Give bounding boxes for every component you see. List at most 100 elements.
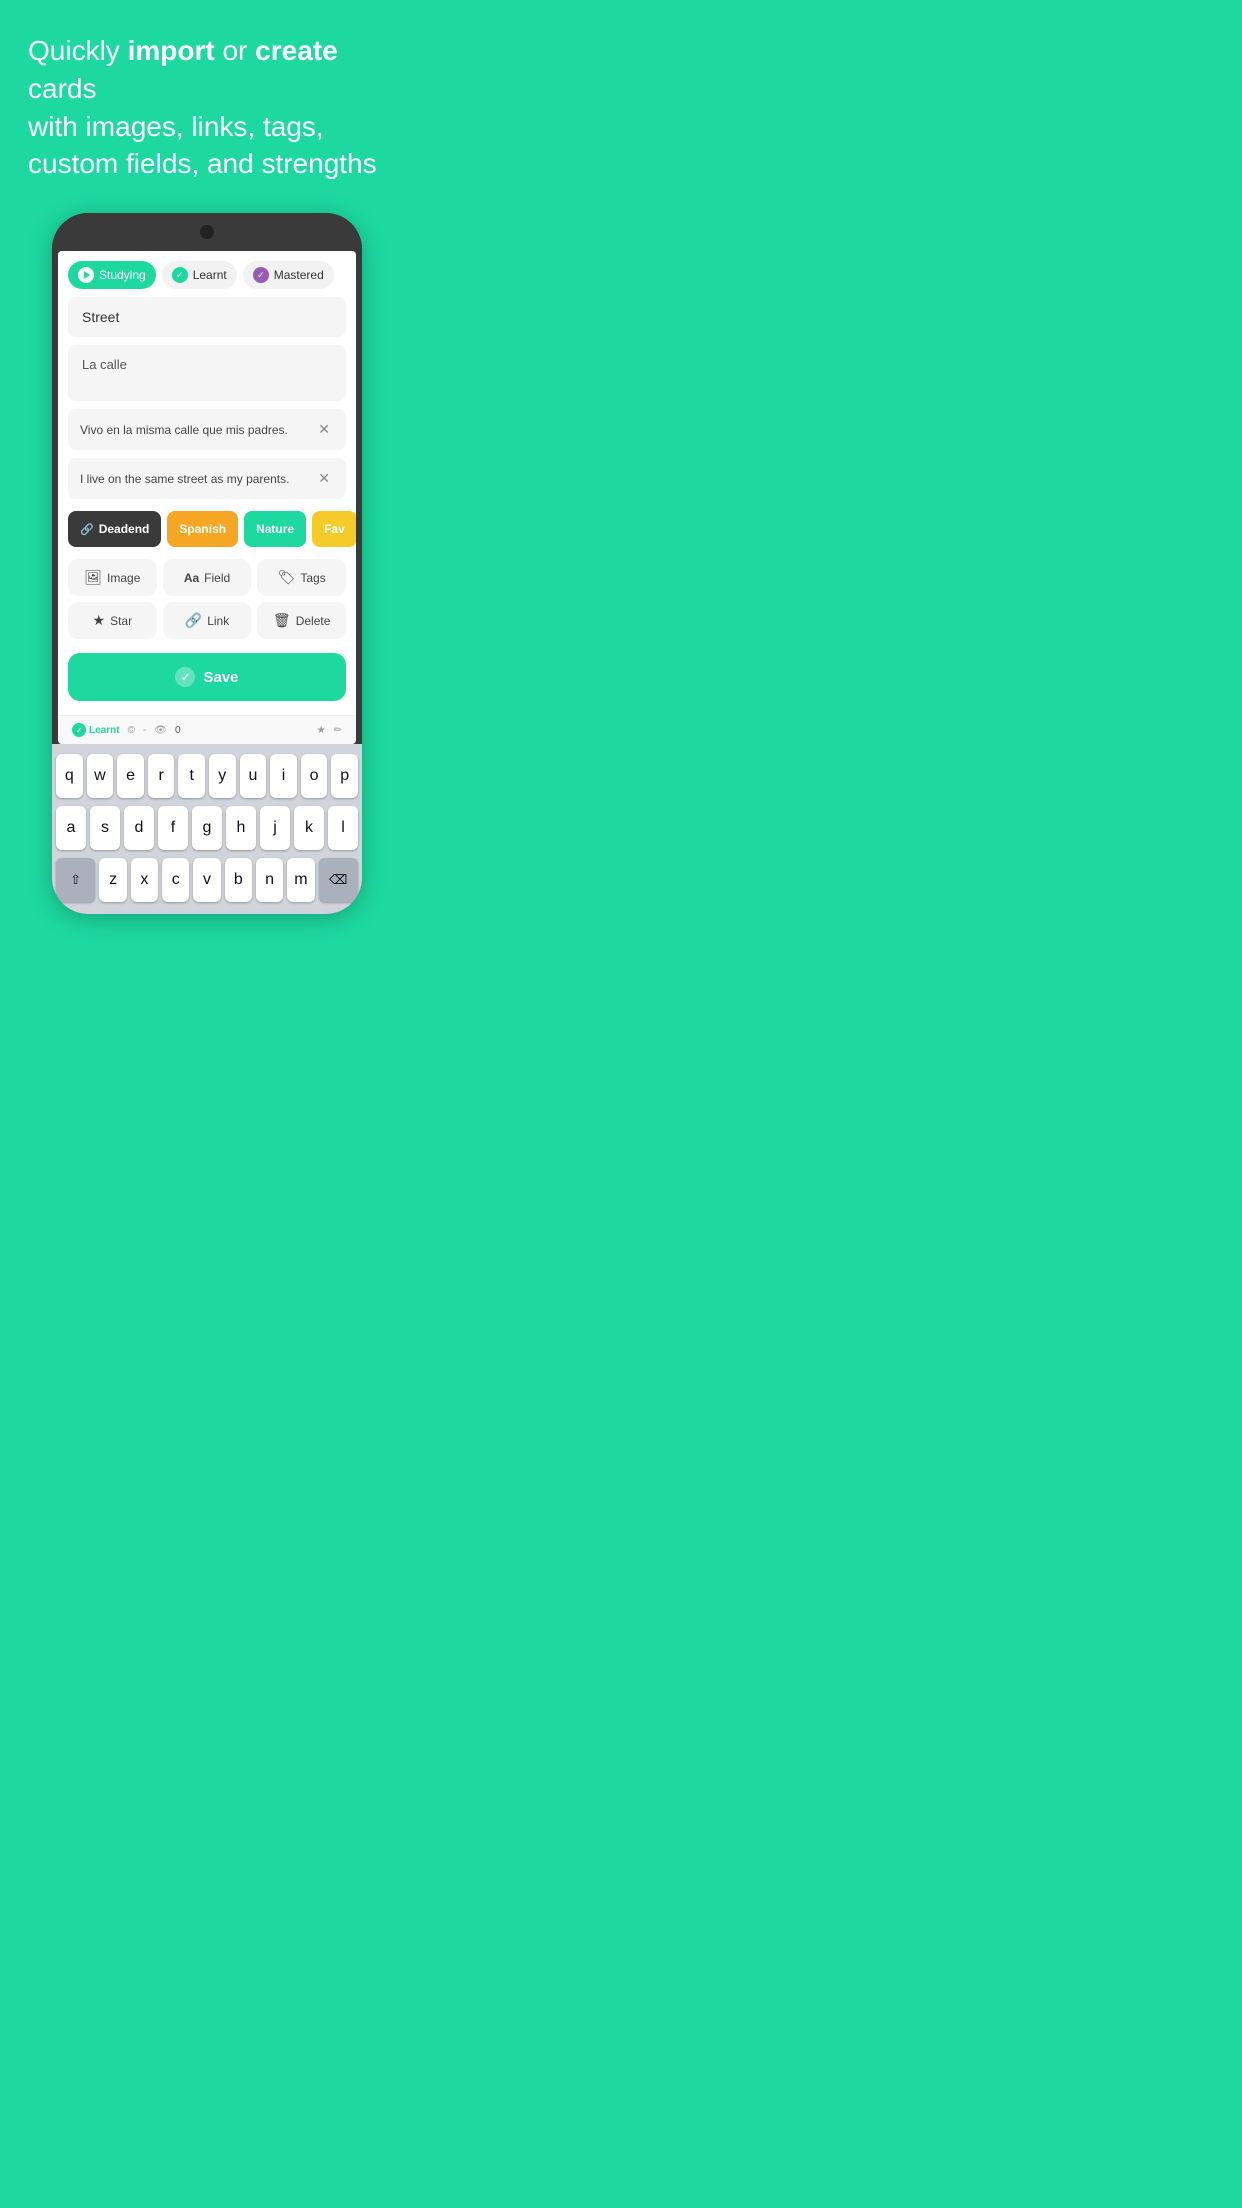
- header-import: import: [128, 35, 215, 66]
- key-n[interactable]: n: [256, 858, 283, 902]
- delete-label: Delete: [296, 614, 331, 628]
- status-learnt-badge: ✓ Learnt: [72, 723, 120, 737]
- keyboard-row-2: a s d f g h j k l: [56, 806, 358, 850]
- key-s[interactable]: s: [90, 806, 120, 850]
- star-status-icon: ★: [317, 725, 326, 736]
- save-check-icon: ✓: [175, 667, 195, 687]
- star-icon: ★: [93, 612, 106, 629]
- key-k[interactable]: k: [294, 806, 324, 850]
- link-action-icon: 🔗: [185, 612, 202, 629]
- key-d[interactable]: d: [124, 806, 154, 850]
- key-j[interactable]: j: [260, 806, 290, 850]
- status-learnt-text: Learnt: [89, 725, 120, 736]
- header-prefix: Quickly: [28, 35, 128, 66]
- tag-spanish-label: Spanish: [179, 522, 226, 536]
- key-u[interactable]: u: [240, 754, 267, 798]
- image-icon: 🖼: [84, 569, 102, 586]
- keyboard: q w e r t y u i o p a s d f g h j k l: [52, 744, 362, 914]
- keyboard-row-3: ⇧ z x c v b n m ⌫: [56, 858, 358, 902]
- tags-label: Tags: [300, 571, 325, 585]
- key-p[interactable]: p: [331, 754, 358, 798]
- shift-key[interactable]: ⇧: [56, 858, 95, 902]
- tag-nature[interactable]: Nature: [244, 511, 306, 547]
- save-button[interactable]: ✓ Save: [68, 653, 346, 701]
- key-r[interactable]: r: [148, 754, 175, 798]
- key-m[interactable]: m: [287, 858, 314, 902]
- tab-learnt-label: Learnt: [193, 268, 227, 282]
- tag-spanish[interactable]: Spanish: [167, 511, 238, 547]
- card-section: Street La calle Vivo en la misma calle q…: [58, 297, 356, 499]
- key-x[interactable]: x: [131, 858, 158, 902]
- key-z[interactable]: z: [99, 858, 126, 902]
- key-b[interactable]: b: [225, 858, 252, 902]
- star-label: Star: [110, 614, 132, 628]
- status-count: 0: [175, 725, 181, 736]
- key-q[interactable]: q: [56, 754, 83, 798]
- status-bar: ✓ Learnt © - 👁 0 ★ ✏: [58, 715, 356, 744]
- key-f[interactable]: f: [158, 806, 188, 850]
- field-icon: Aa: [184, 571, 199, 585]
- tags-button[interactable]: 🏷 Tags: [257, 559, 346, 596]
- tab-studying-label: Studying: [99, 268, 146, 282]
- phone-notch: [200, 225, 214, 239]
- tag-deadend-label: Deadend: [99, 522, 150, 536]
- key-l[interactable]: l: [328, 806, 358, 850]
- image-button[interactable]: 🖼 Image: [68, 559, 157, 596]
- key-h[interactable]: h: [226, 806, 256, 850]
- key-a[interactable]: a: [56, 806, 86, 850]
- key-v[interactable]: v: [193, 858, 220, 902]
- key-e[interactable]: e: [117, 754, 144, 798]
- field-label: Field: [204, 571, 230, 585]
- tag-nature-label: Nature: [256, 522, 294, 536]
- phone-mockup: Studying ✓ Learnt ✓ Mastered Street La c…: [0, 213, 414, 914]
- card-field-word[interactable]: Street: [68, 297, 346, 337]
- save-section: ✓ Save: [58, 647, 356, 715]
- tab-studying[interactable]: Studying: [68, 261, 156, 289]
- header-suffix: cards: [28, 73, 96, 104]
- check-icon-learnt: ✓: [172, 267, 188, 283]
- phone-body: Studying ✓ Learnt ✓ Mastered Street La c…: [52, 213, 362, 914]
- remove-sentence2-button[interactable]: ✕: [314, 468, 334, 489]
- actions-grid: 🖼 Image Aa Field 🏷 Tags ★ Star 🔗 Li: [58, 555, 356, 647]
- status-separator: -: [143, 725, 146, 736]
- card-sentence2-text: I live on the same street as my parents.: [80, 472, 289, 486]
- trash-icon: 🗑: [273, 612, 291, 629]
- tags-row: 🔗 Deadend Spanish Nature Fav: [58, 507, 356, 555]
- card-translation-text: La calle: [82, 357, 127, 372]
- backspace-key[interactable]: ⌫: [319, 858, 358, 902]
- tag-icon: 🏷: [278, 569, 296, 586]
- remove-sentence1-button[interactable]: ✕: [314, 419, 334, 440]
- link-icon: 🔗: [80, 523, 94, 536]
- card-sentence1[interactable]: Vivo en la misma calle que mis padres. ✕: [68, 409, 346, 450]
- header-line2: with images, links, tags,: [28, 111, 324, 142]
- key-y[interactable]: y: [209, 754, 236, 798]
- status-dot: ✓: [72, 723, 86, 737]
- delete-button[interactable]: 🗑 Delete: [257, 602, 346, 639]
- card-field-translation[interactable]: La calle: [68, 345, 346, 401]
- card-sentence1-text: Vivo en la misma calle que mis padres.: [80, 423, 288, 437]
- header-text: Quickly import or create cards with imag…: [0, 0, 414, 203]
- tag-fav-label: Fav: [324, 522, 345, 536]
- key-w[interactable]: w: [87, 754, 114, 798]
- field-button[interactable]: Aa Field: [163, 559, 252, 596]
- keyboard-row-1: q w e r t y u i o p: [56, 754, 358, 798]
- key-i[interactable]: i: [270, 754, 297, 798]
- key-t[interactable]: t: [178, 754, 205, 798]
- check-icon-mastered: ✓: [253, 267, 269, 283]
- key-o[interactable]: o: [301, 754, 328, 798]
- star-button[interactable]: ★ Star: [68, 602, 157, 639]
- tab-mastered-label: Mastered: [274, 268, 324, 282]
- card-sentence2[interactable]: I live on the same street as my parents.…: [68, 458, 346, 499]
- tab-learnt[interactable]: ✓ Learnt: [162, 261, 237, 289]
- tab-mastered[interactable]: ✓ Mastered: [243, 261, 334, 289]
- key-g[interactable]: g: [192, 806, 222, 850]
- header-line3: custom fields, and strengths: [28, 148, 377, 179]
- key-c[interactable]: c: [162, 858, 189, 902]
- link-button[interactable]: 🔗 Link: [163, 602, 252, 639]
- edit-icon: ✏: [334, 725, 342, 736]
- tag-fav[interactable]: Fav: [312, 511, 356, 547]
- eye-icon: 👁: [154, 725, 167, 736]
- tag-deadend[interactable]: 🔗 Deadend: [68, 511, 161, 547]
- save-label: Save: [203, 669, 238, 686]
- link-label: Link: [207, 614, 229, 628]
